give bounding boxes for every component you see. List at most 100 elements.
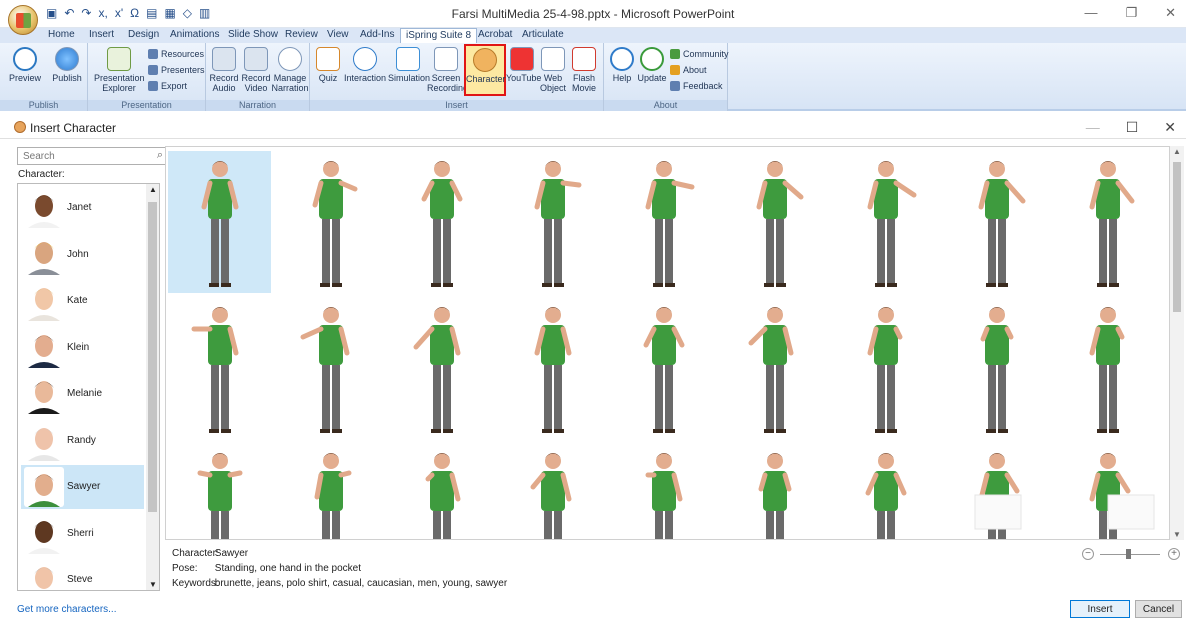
zoom-in-icon[interactable]: +	[1168, 548, 1180, 560]
pose-thumbnail[interactable]	[612, 443, 715, 539]
presenters-button[interactable]: Presenters	[148, 65, 205, 75]
restore-icon[interactable]: ❐	[1125, 5, 1137, 21]
search-icon[interactable]: ⌕	[157, 149, 163, 162]
publish-button[interactable]: Publish	[50, 47, 84, 83]
pose-thumbnail[interactable]	[1056, 297, 1159, 439]
pose-thumbnail[interactable]	[168, 297, 271, 439]
maximize-icon[interactable]: ☐	[1126, 119, 1139, 136]
pose-grid-scrollbar[interactable]: ▲ ▼	[1170, 146, 1184, 540]
pose-thumbnail[interactable]	[501, 151, 604, 293]
pose-thumbnail[interactable]	[834, 151, 937, 293]
preview-button[interactable]: Preview	[8, 47, 42, 83]
chevron-up-icon[interactable]: ▲	[1173, 147, 1181, 156]
update-button[interactable]: Update	[636, 47, 668, 83]
pose-thumbnail[interactable]	[612, 151, 715, 293]
scroll-thumb[interactable]	[1173, 162, 1181, 312]
pose-info: Character: Sawyer Pose: Standing, one ha…	[172, 546, 507, 591]
pose-thumbnail[interactable]	[168, 151, 271, 293]
pose-value: Standing, one hand in the pocket	[214, 563, 362, 574]
pose-thumbnail[interactable]	[501, 297, 604, 439]
list-item[interactable]: Sawyer	[21, 465, 144, 509]
list-item[interactable]: Randy	[21, 419, 144, 463]
minimize-icon[interactable]: —	[1086, 119, 1100, 136]
pose-thumbnail[interactable]	[1056, 151, 1159, 293]
tab-insert[interactable]: Insert	[89, 29, 114, 40]
list-item[interactable]: Janet	[21, 186, 144, 230]
pose-thumbnail[interactable]	[279, 443, 382, 539]
tab-home[interactable]: Home	[48, 29, 75, 40]
chevron-down-icon[interactable]: ▼	[149, 580, 157, 589]
tab-ispring-suite[interactable]: iSpring Suite 8	[400, 28, 478, 43]
pose-thumbnail[interactable]	[723, 151, 826, 293]
export-button[interactable]: Export	[148, 81, 187, 91]
minimize-icon[interactable]: —	[1084, 5, 1097, 21]
list-item[interactable]: Klein	[21, 326, 144, 370]
character-name: Steve	[67, 574, 93, 585]
web-object-button[interactable]: Web Object	[538, 47, 568, 93]
quiz-button[interactable]: Quiz	[314, 47, 342, 83]
pose-thumbnail[interactable]	[168, 443, 271, 539]
close-icon[interactable]: ✕	[1165, 5, 1176, 21]
zoom-out-icon[interactable]: −	[1082, 548, 1094, 560]
record-video-button[interactable]: Record Video	[240, 47, 272, 93]
pose-thumbnail[interactable]	[390, 151, 493, 293]
screen-recording-button[interactable]: Screen Recording	[427, 47, 468, 93]
flash-movie-button[interactable]: Flash Movie	[568, 47, 600, 93]
tab-slide-show[interactable]: Slide Show	[228, 29, 278, 40]
pose-thumbnail[interactable]	[945, 151, 1048, 293]
cancel-button[interactable]: Cancel	[1135, 600, 1182, 618]
list-item[interactable]: Steve	[21, 558, 144, 590]
title-bar: ▣ ↶ ↷ x, x' Ω ▤ ▦ ◇ ▥ Farsi MultiMedia 2…	[0, 0, 1186, 28]
pose-thumbnail[interactable]	[390, 297, 493, 439]
search-input[interactable]: Search ⌕	[17, 147, 168, 165]
resources-button[interactable]: Resources	[148, 49, 204, 59]
close-icon[interactable]: ✕	[1164, 119, 1176, 136]
chevron-up-icon[interactable]: ▲	[149, 185, 157, 194]
pose-thumbnail[interactable]	[834, 297, 937, 439]
character-button[interactable]: Character	[464, 44, 506, 96]
pose-thumbnail[interactable]	[279, 297, 382, 439]
pose-thumbnail[interactable]	[834, 443, 937, 539]
export-icon	[148, 81, 158, 91]
zoom-slider-handle[interactable]	[1126, 549, 1131, 559]
list-item[interactable]: Sherri	[21, 512, 144, 556]
pose-thumbnail[interactable]	[612, 297, 715, 439]
dialogue-icon	[396, 47, 420, 71]
list-item[interactable]: John	[21, 233, 144, 277]
tab-articulate[interactable]: Articulate	[522, 29, 564, 40]
pose-thumbnail[interactable]	[390, 443, 493, 539]
list-scrollbar[interactable]: ▲ ▼	[146, 184, 159, 590]
pose-thumbnail[interactable]	[723, 297, 826, 439]
interaction-button[interactable]: Interaction	[343, 47, 387, 83]
community-button[interactable]: Community	[670, 49, 729, 59]
tab-add-ins[interactable]: Add-Ins	[360, 29, 394, 40]
insert-button[interactable]: Insert	[1070, 600, 1130, 618]
pose-thumbnail[interactable]	[501, 443, 604, 539]
help-button[interactable]: Help	[608, 47, 636, 83]
pose-thumbnail[interactable]	[723, 443, 826, 539]
pose-thumbnail[interactable]	[945, 443, 1048, 539]
record-audio-button[interactable]: Record Audio	[208, 47, 240, 93]
tab-acrobat[interactable]: Acrobat	[478, 29, 512, 40]
youtube-button[interactable]: YouTube	[506, 47, 541, 83]
pose-thumbnail[interactable]	[945, 297, 1048, 439]
tab-view[interactable]: View	[327, 29, 349, 40]
simulation-button[interactable]: Simulation	[388, 47, 430, 83]
office-button[interactable]	[8, 5, 38, 35]
pose-thumbnail[interactable]	[279, 151, 382, 293]
pose-thumbnail[interactable]	[1056, 443, 1159, 539]
tab-review[interactable]: Review	[285, 29, 318, 40]
list-item[interactable]: Melanie	[21, 372, 144, 416]
tab-design[interactable]: Design	[128, 29, 159, 40]
tab-animations[interactable]: Animations	[170, 29, 219, 40]
scroll-thumb[interactable]	[148, 202, 157, 512]
get-more-characters-link[interactable]: Get more characters...	[17, 604, 116, 615]
character-name: Melanie	[67, 388, 103, 399]
presentation-explorer-button[interactable]: Presentation Explorer	[94, 47, 145, 93]
chevron-down-icon[interactable]: ▼	[1173, 530, 1181, 539]
manage-narration-button[interactable]: Manage Narration	[270, 47, 310, 93]
group-label: About	[604, 100, 727, 111]
list-item[interactable]: Kate	[21, 279, 144, 323]
about-button[interactable]: About	[670, 65, 707, 75]
feedback-button[interactable]: Feedback	[670, 81, 723, 91]
